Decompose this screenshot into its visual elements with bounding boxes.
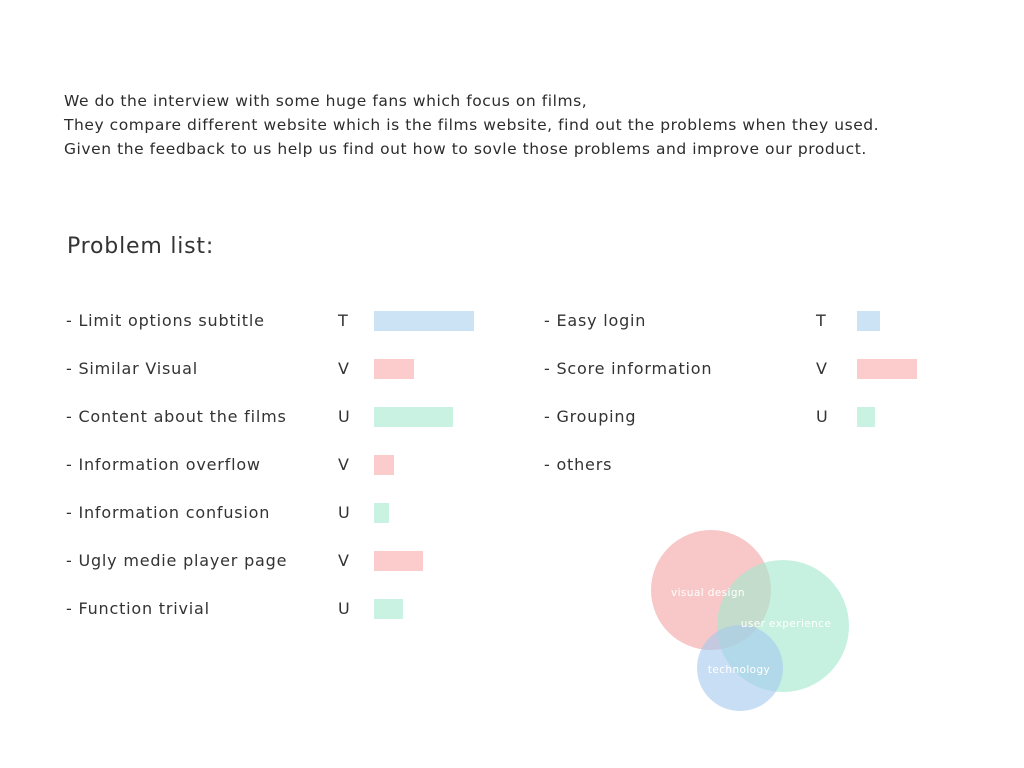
problem-category: T — [816, 311, 826, 330]
problem-category: U — [816, 407, 828, 426]
problem-category: V — [338, 455, 349, 474]
problem-category: T — [338, 311, 348, 330]
problem-label: - Grouping — [544, 407, 637, 426]
problem-category: V — [338, 359, 349, 378]
problem-category: V — [816, 359, 827, 378]
problem-bar — [857, 359, 917, 379]
problem-bar — [374, 551, 423, 571]
intro-line: They compare different website which is … — [64, 116, 880, 134]
problem-bar — [857, 407, 875, 427]
problem-category: U — [338, 503, 350, 522]
problem-label: - Function trivial — [66, 599, 210, 618]
venn-label: user experience — [741, 618, 831, 630]
problem-label: - Easy login — [544, 311, 647, 330]
problem-bar — [374, 503, 389, 523]
venn-diagram: visual design user experience technology — [651, 530, 849, 711]
problem-label: - Similar Visual — [66, 359, 198, 378]
problem-label: - Limit options subtitle — [66, 311, 265, 330]
problem-label: - Ugly medie player page — [66, 551, 288, 570]
problem-bar — [374, 455, 394, 475]
problem-bar — [374, 407, 453, 427]
problem-bar — [374, 599, 403, 619]
problem-list-heading: Problem list: — [67, 234, 215, 259]
problem-label: - Score information — [544, 359, 713, 378]
problem-category: U — [338, 407, 350, 426]
problem-label: - Information overflow — [66, 455, 261, 474]
problem-label: - Content about the films — [66, 407, 287, 426]
venn-label: technology — [708, 664, 770, 676]
intro-paragraph: We do the interview with some huge fans … — [64, 89, 984, 161]
problem-label: - Information confusion — [66, 503, 271, 522]
intro-line: We do the interview with some huge fans … — [64, 92, 588, 110]
problem-label: - others — [544, 455, 613, 474]
problem-bar — [374, 359, 414, 379]
problem-category: U — [338, 599, 350, 618]
problem-category: V — [338, 551, 349, 570]
intro-line: Given the feedback to us help us find ou… — [64, 140, 867, 158]
venn-label: visual design — [671, 587, 745, 599]
problem-bar — [374, 311, 474, 331]
problem-bar — [857, 311, 880, 331]
